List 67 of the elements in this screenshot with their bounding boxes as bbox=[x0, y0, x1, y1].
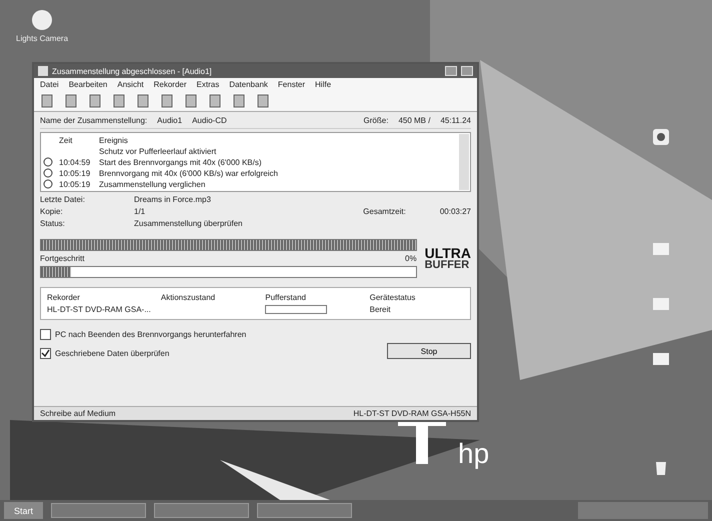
menu-item[interactable]: Ansicht bbox=[117, 80, 144, 89]
log-event: Zusammenstellung verglichen bbox=[99, 180, 206, 188]
column-header: Zeit bbox=[59, 136, 74, 144]
log-event: Start des Brennvorgangs mit 40x (6'000 KB/s) bbox=[99, 158, 262, 166]
app-icon bbox=[38, 66, 48, 76]
desktop-icon-label[interactable]: Lights Camera bbox=[16, 34, 68, 43]
detail-value: Zusammenstellung überprüfen bbox=[134, 219, 244, 228]
log-time: 10:05:19 bbox=[59, 168, 90, 178]
toolbar-icon[interactable] bbox=[232, 94, 246, 108]
toolbar-icon[interactable] bbox=[160, 94, 174, 108]
size-value: 450 MB / bbox=[398, 116, 430, 125]
menu-item[interactable]: Rekorder bbox=[154, 80, 187, 89]
detail-value: Dreams in Force.mp3 bbox=[134, 195, 212, 204]
checkbox[interactable] bbox=[40, 329, 51, 340]
log-time: 10:04:59 bbox=[59, 158, 90, 166]
checkbox[interactable] bbox=[40, 348, 51, 359]
column-header: Ereignis bbox=[99, 136, 128, 144]
log-event: Schutz vor Pufferleerlauf aktiviert bbox=[99, 146, 216, 156]
checkbox-label[interactable]: Geschriebene Daten überprüfen bbox=[55, 349, 170, 358]
status-text: Schreibe auf Medium bbox=[40, 409, 117, 418]
detail-label: Gesamtzeit: bbox=[363, 207, 406, 216]
check-icon bbox=[41, 349, 50, 358]
menu-item[interactable]: Bearbeiten bbox=[68, 80, 108, 89]
menu-item[interactable]: Datenbank bbox=[229, 80, 268, 89]
device-status: Bereit bbox=[370, 305, 392, 314]
detail-label: Letzte Datei: bbox=[40, 195, 86, 204]
menu-item[interactable]: Datei bbox=[40, 80, 59, 89]
column-header: Rekorder bbox=[47, 293, 81, 302]
column-header: Gerätestatus bbox=[370, 293, 416, 302]
logo-text: ULTRA bbox=[424, 246, 471, 260]
detail-value: 1/1 bbox=[134, 207, 146, 216]
checkbox-label[interactable]: PC nach Beenden des Brennvorgangs herunterfahren bbox=[55, 330, 246, 339]
toolbar-icon[interactable] bbox=[256, 94, 270, 108]
scrollbar[interactable] bbox=[459, 134, 469, 190]
compilation-name: Audio1 bbox=[157, 116, 182, 125]
detail-label: Kopie: bbox=[40, 207, 64, 216]
recorder-name: HL-DT-ST DVD-RAM GSA-... bbox=[47, 305, 151, 314]
toolbar-icon[interactable] bbox=[208, 94, 222, 108]
log-time: 10:05:19 bbox=[59, 180, 90, 188]
toolbar-icon[interactable] bbox=[40, 94, 54, 108]
folder-icon[interactable] bbox=[652, 350, 670, 366]
toolbar-icon[interactable] bbox=[136, 94, 150, 108]
column-header: Aktionszustand bbox=[160, 293, 216, 302]
stop-button[interactable]: Stop bbox=[387, 343, 471, 359]
detail-label: Status: bbox=[40, 219, 66, 228]
compilation-name-label: Name der Zusammenstellung: bbox=[40, 116, 148, 125]
duration-value: 45:11.24 bbox=[440, 116, 471, 125]
status-device: HL-DT-ST DVD-RAM GSA-H55N bbox=[353, 409, 471, 418]
start-button[interactable]: Start bbox=[4, 502, 44, 519]
menu-item[interactable]: Fenster bbox=[278, 80, 306, 89]
detail-value: 00:03:27 bbox=[440, 207, 471, 216]
toolbar-icon[interactable] bbox=[184, 94, 198, 108]
toolbar-icon[interactable] bbox=[88, 94, 102, 108]
progress-percent: 0% bbox=[405, 254, 417, 263]
size-label: Größe: bbox=[364, 116, 388, 125]
menu-item[interactable]: Extras bbox=[196, 80, 220, 89]
column-header: Pufferstand bbox=[265, 293, 308, 302]
log-event: Brennvorgang mit 40x (6'000 KB/s) war erfolgreich bbox=[99, 168, 278, 178]
drive-icon[interactable] bbox=[652, 128, 670, 146]
menu-item[interactable]: Hilfe bbox=[315, 80, 332, 89]
toolbar-icon[interactable] bbox=[112, 94, 126, 108]
compilation-type: Audio-CD bbox=[192, 116, 228, 125]
toolbar-icon[interactable] bbox=[64, 94, 78, 108]
logo-text: BUFFER bbox=[424, 260, 470, 271]
hp-logo: hp bbox=[458, 438, 490, 470]
window-title: Zusammenstellung abgeschlossen - [Audio1] bbox=[52, 66, 213, 76]
progress-label: Fortgeschritt bbox=[40, 254, 84, 263]
